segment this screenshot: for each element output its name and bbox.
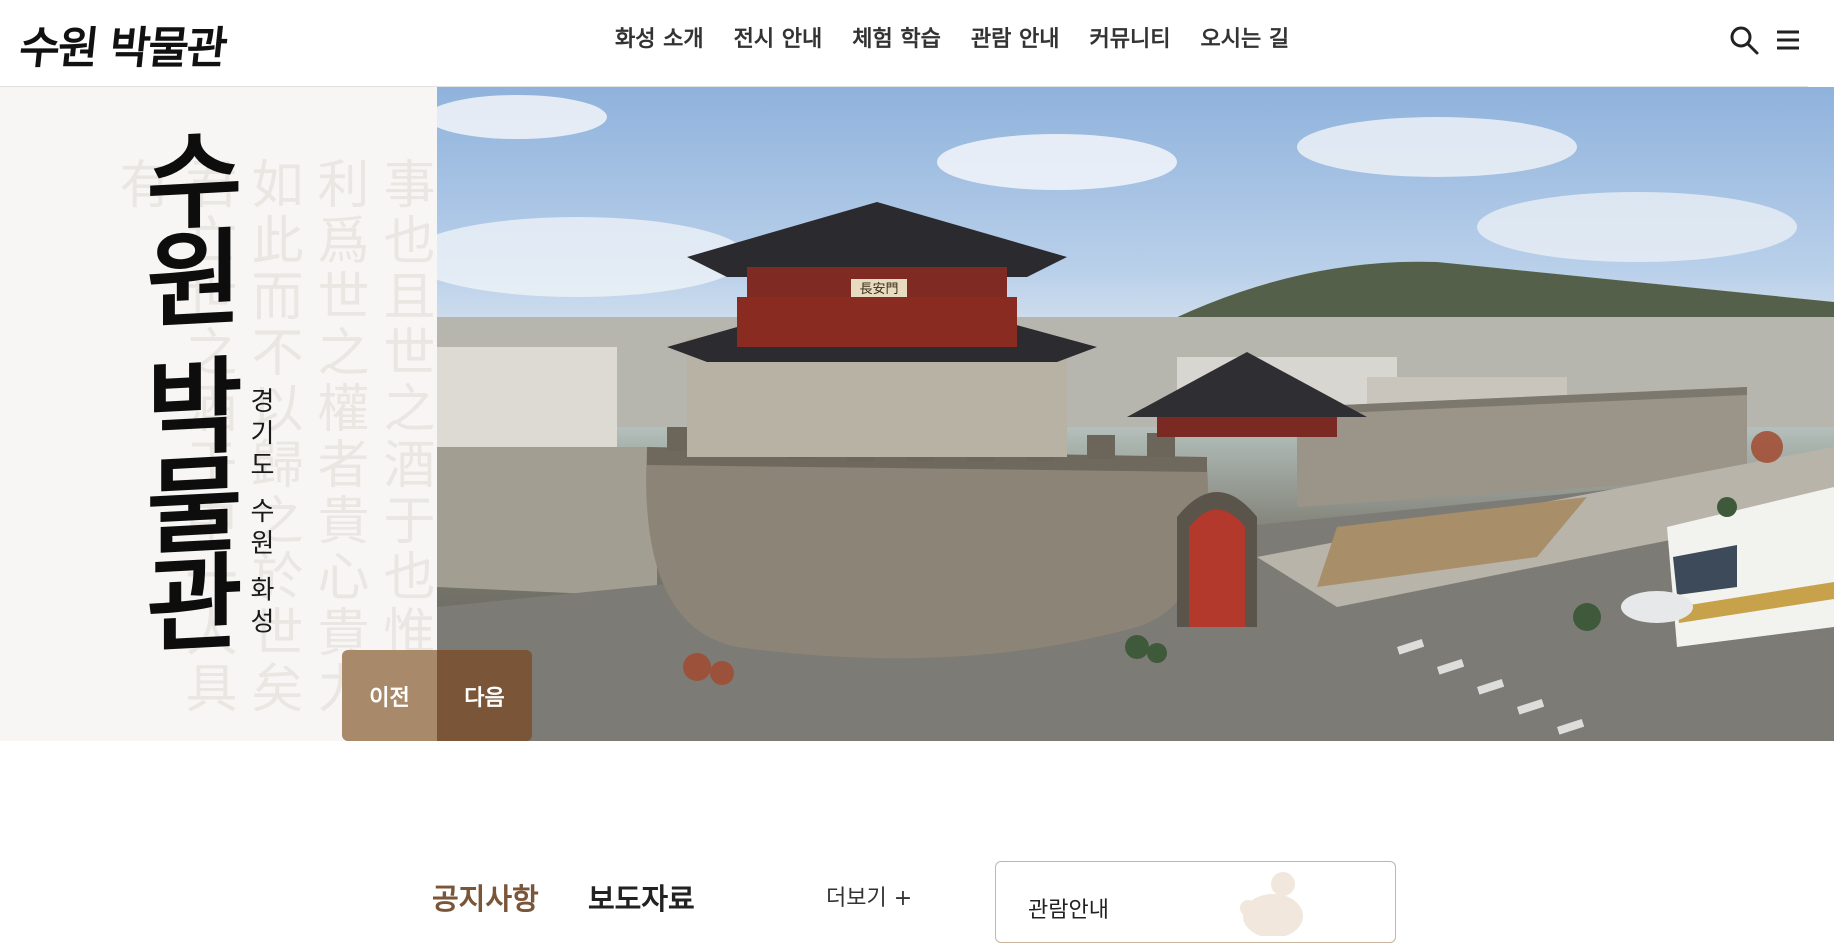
gate-signboard: 長安門: [859, 282, 898, 297]
nav-item-visit-guide[interactable]: 관람 안내: [956, 22, 1075, 58]
nav-item-exhibition[interactable]: 전시 안내: [719, 22, 838, 58]
slider-next-button[interactable]: 다음: [437, 650, 532, 741]
hero-title: 수원 박물관: [124, 123, 247, 651]
nav-item-learning[interactable]: 체험 학습: [837, 22, 956, 58]
nav-item-directions[interactable]: 오시는 길: [1185, 22, 1304, 58]
slider-prev-button[interactable]: 이전: [342, 650, 437, 741]
info-card-title: 관람안내: [1028, 898, 1109, 923]
search-icon[interactable]: [1728, 24, 1760, 56]
decorative-figure-icon: [1240, 872, 1303, 936]
nav-item-community[interactable]: 커뮤니티: [1075, 22, 1186, 58]
janganmun-gate-photo: 長安門: [437, 95, 1834, 741]
visitor-info-card[interactable]: 관람안내: [995, 861, 1396, 943]
main-nav: 화성 소개 전시 안내 체험 학습 관람 안내 커뮤니티 오시는 길: [600, 22, 1304, 58]
hero-subtitle: 경기도 수원 화성: [245, 387, 275, 640]
hero-slide-image: 長安門: [437, 87, 1834, 741]
tab-notices[interactable]: 공지사항: [432, 876, 539, 918]
site-header: 수원 박물관 화성 소개 전시 안내 체험 학습 관람 안내 커뮤니티 오시는 …: [0, 0, 1808, 87]
hamburger-menu-icon[interactable]: [1772, 24, 1804, 56]
site-logo[interactable]: 수원 박물관: [17, 12, 229, 76]
tab-press-releases[interactable]: 보도자료: [588, 876, 695, 918]
nav-item-hwaseong-intro[interactable]: 화성 소개: [600, 22, 719, 58]
hero-title-panel: 事也且世之酒于也惟權利爲世之權者貴心貴力如此而不以歸之於世矣君亡世之酒于中一人具…: [0, 87, 437, 741]
more-link[interactable]: 더보기 +: [826, 880, 912, 912]
